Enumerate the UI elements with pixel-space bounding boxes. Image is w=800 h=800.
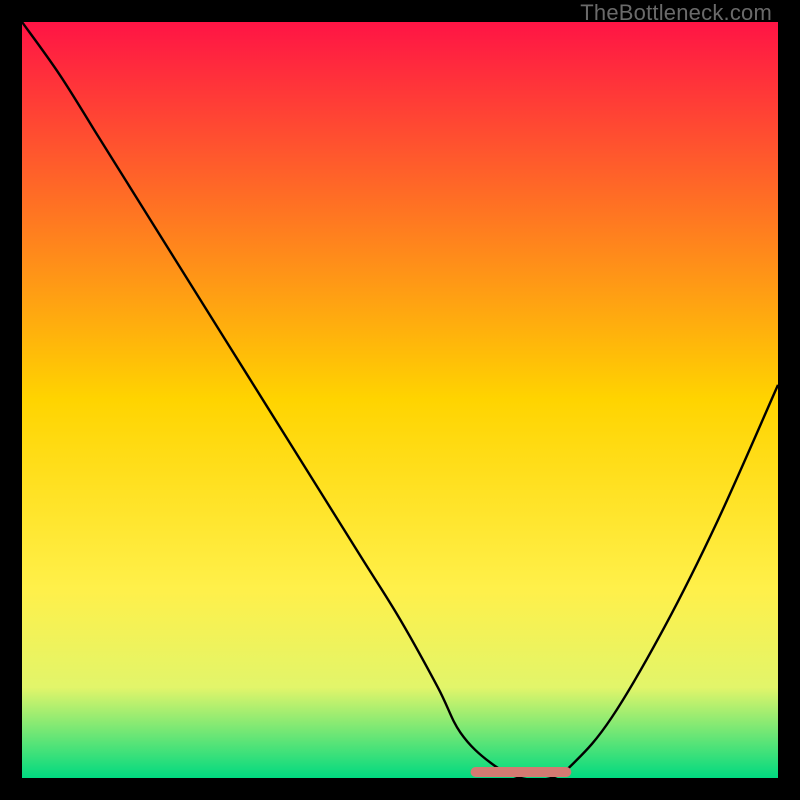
gradient-background: [22, 22, 778, 778]
chart-svg: [22, 22, 778, 778]
chart-frame: TheBottleneck.com: [0, 0, 800, 800]
plot-area: [22, 22, 778, 778]
